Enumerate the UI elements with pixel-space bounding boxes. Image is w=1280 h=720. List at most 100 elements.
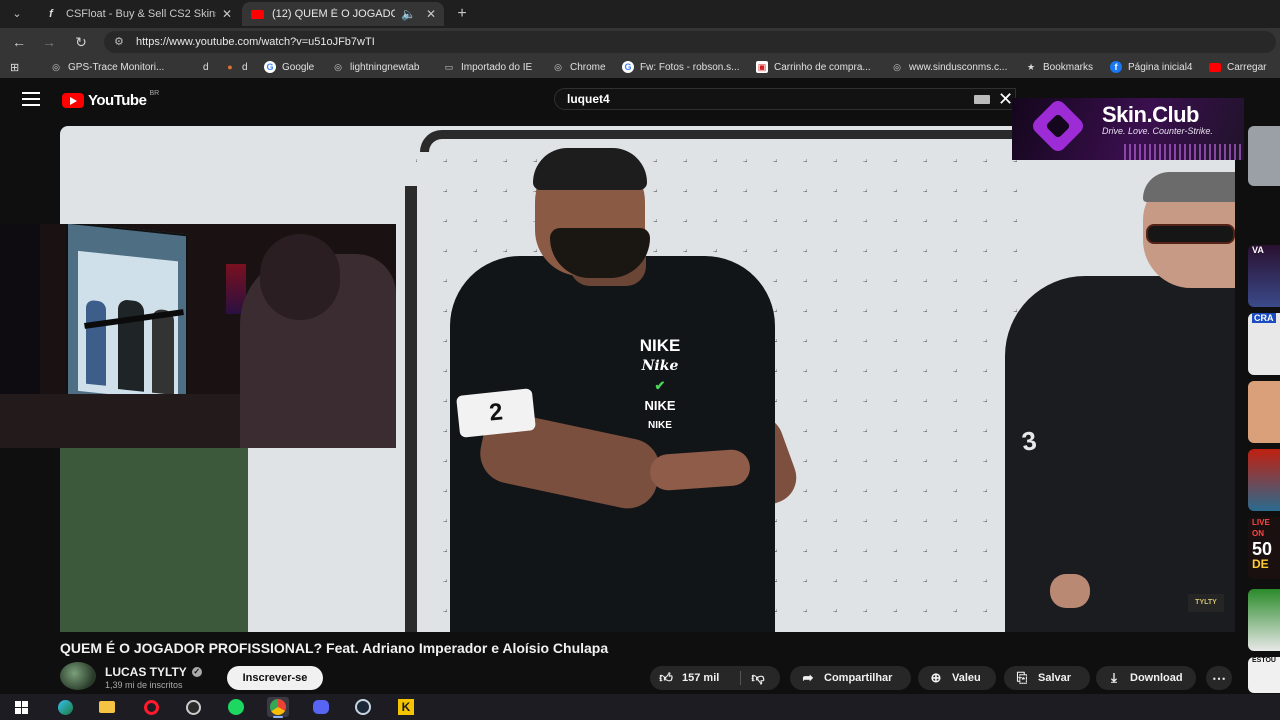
thanks-button[interactable]: ⊕ Valeu [918, 666, 996, 690]
webcam-overlay [0, 224, 396, 448]
bookmark-gps-trace[interactable]: ◎ GPS-Trace Monitori... [50, 60, 164, 74]
thumbs-up-icon[interactable]: 👍︎ [658, 670, 674, 686]
tab-search-chevron-icon[interactable]: ⌄ [8, 5, 26, 23]
bookmark-carrinho[interactable]: ▣ Carrinho de compra... [756, 60, 871, 74]
spotify-icon[interactable] [225, 697, 247, 717]
app-bolt-icon[interactable]: K [395, 697, 417, 717]
opera-icon[interactable] [140, 697, 162, 717]
save-button[interactable]: ⎘ Salvar [1004, 666, 1090, 690]
chrome-icon[interactable] [267, 697, 289, 718]
suggestion-thumb[interactable] [1248, 589, 1280, 651]
back-arrow-icon[interactable]: ← [10, 33, 28, 51]
apps-grid-icon[interactable]: ⊞ [10, 60, 19, 74]
bookmarks-bar: ⊞ ◎ GPS-Trace Monitori... d ● d G Google ◎ l… [0, 56, 1280, 78]
subscribe-button[interactable]: Inscrever-se [227, 666, 323, 690]
download-button[interactable]: ⤓ Download [1096, 666, 1196, 690]
channel-watermark[interactable]: TYLTY [1188, 594, 1224, 612]
youtube-icon [1209, 62, 1221, 72]
edge-icon[interactable] [54, 697, 76, 717]
bookmark-sinduscon[interactable]: ◎ www.sindusconms.c... [891, 60, 1007, 74]
address-bar[interactable]: ⚙ https://www.youtube.com/watch?v=u51oJF… [104, 31, 1276, 53]
suggestion-thumb[interactable]: CRA [1248, 313, 1280, 375]
more-actions-button[interactable]: ⋯ [1206, 666, 1232, 690]
more-horizontal-icon: ⋯ [1212, 669, 1226, 686]
suggestion-thumb[interactable] [1248, 449, 1280, 511]
google-icon: G [264, 61, 276, 73]
star-icon: ★ [1026, 61, 1036, 72]
close-tab-icon[interactable]: ✕ [426, 7, 436, 21]
clear-search-icon[interactable]: ✕ [998, 89, 1013, 109]
sunglasses [1146, 224, 1235, 244]
video-player-right [1005, 276, 1235, 632]
discord-icon[interactable] [310, 697, 332, 717]
bookmark-carregar[interactable]: Carregar [1209, 60, 1266, 74]
youtube-play-icon [62, 93, 84, 108]
youtube-logo[interactable]: YouTube BR [62, 90, 159, 109]
bookmark-google[interactable]: G Google [264, 60, 314, 74]
super-thanks-icon: ⊕ [930, 670, 942, 685]
bookmark-d-1[interactable]: d [203, 60, 209, 74]
channel-name[interactable]: LUCAS TYLTY ✓ [105, 665, 202, 679]
bookmark-fw-fotos[interactable]: G Fw: Fotos - robson.s... [622, 60, 739, 74]
suggestion-thumb[interactable]: LIVE ON 50 DE [1248, 517, 1280, 579]
video-title: QUEM É O JOGADOR PROFISSIONAL? Feat. Adr… [60, 640, 609, 656]
suggestion-thumb[interactable]: VA [1248, 245, 1280, 307]
reload-icon[interactable]: ↻ [72, 33, 90, 51]
swoosh-icon: ✔ [654, 378, 666, 393]
windows-taskbar: K [0, 694, 1280, 720]
search-input[interactable]: luquet4 [554, 88, 1016, 110]
new-tab-button[interactable]: + [452, 4, 472, 24]
tab-csfloat[interactable]: f CSFloat - Buy & Sell CS2 Skins ✕ [36, 2, 240, 26]
file-explorer-icon[interactable] [96, 697, 118, 717]
audio-playing-icon[interactable]: 🔈 [401, 7, 416, 21]
skinclub-logo-icon [1029, 98, 1087, 155]
verified-check-icon: ✓ [191, 667, 202, 677]
youtube-icon [250, 7, 264, 21]
steam-icon[interactable] [352, 697, 374, 717]
subscriber-count: 1,39 mi de inscritos [105, 680, 183, 690]
globe-icon: ◎ [52, 61, 60, 72]
suggestion-thumb[interactable] [1248, 126, 1280, 186]
close-tab-icon[interactable]: ✕ [222, 7, 232, 21]
keyboard-icon[interactable] [974, 95, 990, 104]
url-text: https://www.youtube.com/watch?v=u51oJFb7… [136, 36, 375, 48]
thumbs-down-icon[interactable]: 👎︎ [750, 670, 766, 686]
bookmark-pagina-inicial4[interactable]: f Página inicial4 [1110, 60, 1193, 74]
google-icon: G [622, 61, 634, 73]
like-dislike-group: 👍︎ 157 mil 👎︎ [650, 666, 780, 690]
channel-avatar[interactable] [60, 662, 96, 690]
globe-icon: ◎ [893, 61, 901, 72]
bookmark-icon: ⎘ [1016, 670, 1028, 685]
facebook-icon: f [1110, 61, 1122, 73]
bookmark-chrome[interactable]: ◎ Chrome [552, 60, 606, 74]
tab-youtube[interactable]: (12) QUEM É O JOGADOR P 🔈 ✕ [242, 2, 444, 26]
bookmark-folder-ie[interactable]: ▭ Importado do IE [443, 60, 532, 74]
goal-post [405, 186, 417, 632]
skinclub-banner: Skin.Club Drive. Love. Counter-Strike. [1012, 98, 1244, 160]
bookmark-lightningnewtab[interactable]: ◎ lightningnewtab [332, 60, 419, 74]
bookmark-d-2[interactable]: ● d [224, 60, 247, 74]
forward-arrow-icon[interactable]: → [40, 33, 58, 51]
windows-start-icon[interactable] [10, 697, 32, 717]
video-figure-left [60, 426, 248, 632]
browser-tab-strip: ⌄ f CSFloat - Buy & Sell CS2 Skins ✕ (12… [0, 0, 1280, 28]
bookmark-bookmarks[interactable]: ★ Bookmarks [1025, 60, 1093, 74]
download-icon: ⤓ [1111, 670, 1117, 685]
folder-icon: ▭ [444, 61, 454, 72]
share-arrow-icon: ➦ [802, 670, 814, 685]
cart-icon: ▣ [756, 61, 768, 73]
squirrel-icon: ● [227, 62, 233, 72]
menu-icon[interactable] [22, 92, 40, 106]
app-icon[interactable] [182, 697, 204, 717]
site-info-icon[interactable]: ⚙ [114, 31, 124, 53]
globe-icon: ◎ [554, 61, 562, 72]
like-count[interactable]: 157 mil [682, 672, 719, 684]
armband-number: 2 [456, 388, 536, 438]
goal-crossbar [420, 130, 1040, 152]
suggestion-thumb[interactable]: ESTOU [1248, 657, 1280, 693]
suggestion-thumb[interactable] [1248, 381, 1280, 443]
share-button[interactable]: ➦ Compartilhar [790, 666, 911, 690]
shirt-logo: NIKE Nike ✔ NIKE NIKE [630, 336, 690, 436]
browser-toolbar: ← → ↻ ⚙ https://www.youtube.com/watch?v=… [0, 28, 1280, 56]
csfloat-icon: f [49, 8, 53, 20]
